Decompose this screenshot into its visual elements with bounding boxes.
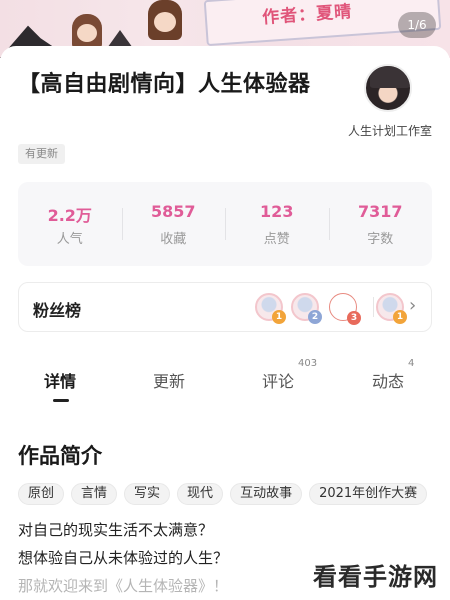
fan-ranking-label: 粉丝榜 [33, 301, 82, 320]
tag-chip[interactable]: 现代 [177, 483, 224, 505]
tab-details[interactable]: 详情 [44, 368, 76, 392]
intro-line: 想体验自己从未体验过的人生？ [18, 549, 229, 567]
author-avatar[interactable] [364, 64, 412, 112]
avatar-hat-art [370, 66, 410, 88]
chevron-right-icon[interactable]: › [409, 295, 416, 316]
author-name[interactable]: 人生计划工作室 [340, 122, 440, 139]
stat-label: 收藏 [160, 231, 187, 247]
tab-label: 评论 [262, 372, 295, 391]
stat-label: 点赞 [263, 231, 290, 247]
tab-count: 4 [408, 358, 415, 369]
fan-rank-badge: 1 [272, 310, 286, 324]
stat-label: 人气 [56, 231, 83, 247]
tab-label: 详情 [44, 372, 77, 391]
book-detail-sheet: 【高自由剧情向】人生体验器 人生计划工作室 有更新 2.2万 人气 5857 收… [0, 46, 450, 600]
stat-value: 5857 [150, 201, 196, 221]
stat-value: 7317 [357, 201, 403, 221]
tag-chip[interactable]: 2021年创作大赛 [309, 483, 428, 505]
detail-tabs: 详情 更新 评论 403 动态 4 [0, 358, 450, 408]
update-badge: 有更新 [18, 144, 65, 164]
fan-rank-badge: 3 [347, 311, 361, 325]
stat-favorites: 5857 收藏 [121, 201, 226, 247]
image-pager: 1/6 [398, 12, 436, 38]
tab-updates[interactable]: 更新 [153, 368, 185, 392]
tab-activity[interactable]: 动态 4 [372, 358, 414, 392]
fan-ranking-bar[interactable]: 粉丝榜 1 2 3 1 › [18, 282, 432, 332]
intro-line: 对自己的现实生活不太满意？ [18, 521, 214, 539]
tab-comments[interactable]: 评论 403 [262, 358, 317, 392]
site-watermark: 看看手游网 [309, 557, 442, 592]
character-face-art [77, 24, 97, 42]
tag-chip[interactable]: 原创 [18, 483, 65, 505]
fan-rank-badge: 1 [393, 310, 407, 324]
fan-avatar[interactable]: 3 [329, 293, 361, 325]
stat-word-count: 7317 字数 [328, 201, 433, 247]
tab-label: 动态 [372, 372, 405, 391]
stat-value: 123 [260, 201, 294, 221]
active-tab-indicator [53, 399, 69, 402]
tag-chip[interactable]: 互动故事 [230, 483, 303, 505]
tag-chip[interactable]: 写实 [124, 483, 171, 505]
intro-heading: 作品简介 [18, 444, 102, 468]
tag-list: 原创 言情 写实 现代 互动故事 2021年创作大赛 [18, 482, 450, 506]
fan-avatar[interactable]: 1 [255, 293, 286, 324]
character-face-art [154, 12, 176, 32]
fan-avatar[interactable]: 1 [376, 293, 407, 324]
intro-line: 那就欢迎来到《人生体验器》！ [18, 577, 229, 595]
tag-chip[interactable]: 言情 [71, 483, 118, 505]
tab-label: 更新 [153, 372, 186, 391]
book-title: 【高自由剧情向】人生体验器 [18, 72, 311, 97]
stat-value: 2.2万 [47, 205, 92, 225]
intro-text: 对自己的现实生活不太满意？ 想体验自己从未体验过的人生？ 那就欢迎来到《人生体验… [18, 516, 228, 600]
stat-popularity: 2.2万 人气 [18, 202, 122, 247]
stat-label: 字数 [367, 231, 394, 247]
stat-likes: 123 点赞 [225, 202, 329, 247]
stats-panel: 2.2万 人气 5857 收藏 123 点赞 7317 字数 [18, 182, 432, 266]
divider [373, 297, 374, 317]
tab-count: 403 [298, 358, 318, 369]
fan-rank-badge: 2 [308, 310, 322, 324]
fan-avatar[interactable]: 2 [291, 293, 322, 324]
